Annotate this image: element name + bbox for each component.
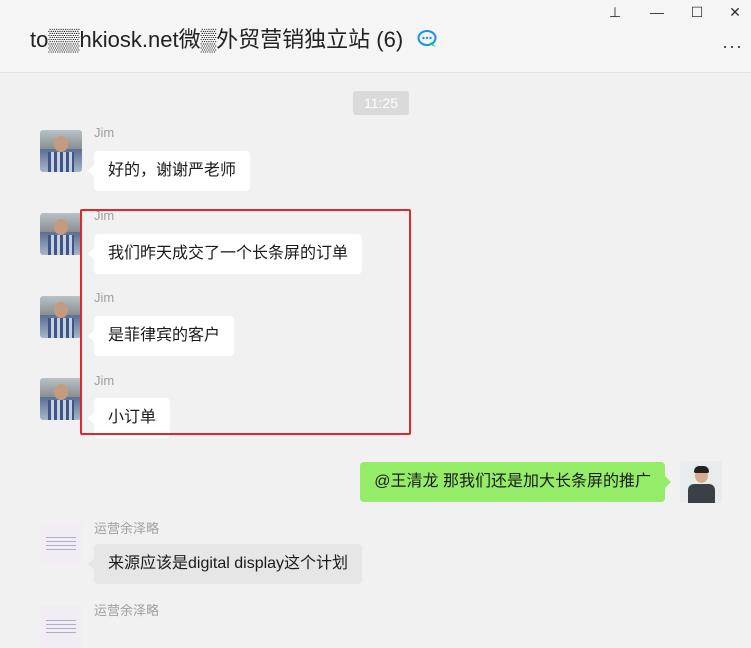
avatar[interactable] — [40, 378, 82, 420]
avatar[interactable] — [40, 523, 82, 565]
avatar[interactable] — [40, 296, 82, 338]
message-list[interactable]: 11:25 Jim 好的，谢谢严老师 Jim 我们昨天成交了一个长条屏的订单 J… — [0, 73, 751, 648]
chat-bubble-icon[interactable] — [417, 29, 439, 49]
message-bubble[interactable]: 小订单 — [87, 398, 171, 438]
chat-title-text: to▒▒hkiosk.net微▒外贸营销独立站 (6) — [30, 27, 404, 52]
avatar[interactable] — [40, 213, 82, 255]
sender-name: 运营余泽略 — [94, 603, 160, 618]
chat-title: to▒▒hkiosk.net微▒外贸营销独立站 (6) — [30, 22, 439, 54]
close-icon[interactable]: ✕ — [724, 2, 746, 22]
sender-name: Jim — [94, 125, 115, 140]
avatar[interactable] — [40, 130, 82, 172]
minimize-icon[interactable]: — — [646, 2, 668, 22]
self-message-bubble[interactable]: @王清龙 那我们还是加大长条屏的推广 — [360, 462, 671, 502]
maximize-icon[interactable]: ☐ — [686, 2, 708, 22]
pin-icon[interactable]: ⊥ — [604, 2, 626, 22]
sender-name: Jim — [94, 290, 115, 305]
chat-window: to▒▒hkiosk.net微▒外贸营销独立站 (6) ⊥ — ☐ ✕ ··· … — [0, 0, 751, 648]
self-avatar[interactable] — [680, 461, 722, 503]
avatar[interactable] — [40, 606, 82, 648]
title-bar: to▒▒hkiosk.net微▒外贸营销独立站 (6) ⊥ — ☐ ✕ ··· — [0, 0, 751, 73]
more-icon[interactable]: ··· — [722, 36, 743, 57]
message-bubble[interactable]: 我们昨天成交了一个长条屏的订单 — [87, 234, 363, 274]
message-timestamp: 11:25 — [353, 91, 409, 115]
message-bubble[interactable]: 好的，谢谢严老师 — [87, 151, 251, 191]
sender-name: Jim — [94, 373, 115, 388]
message-bubble[interactable]: 是菲律宾的客户 — [87, 316, 235, 356]
sender-name: 运营余泽略 — [94, 521, 160, 536]
message-bubble[interactable]: 来源应该是digital display这个计划 — [87, 544, 363, 584]
sender-name: Jim — [94, 208, 115, 223]
